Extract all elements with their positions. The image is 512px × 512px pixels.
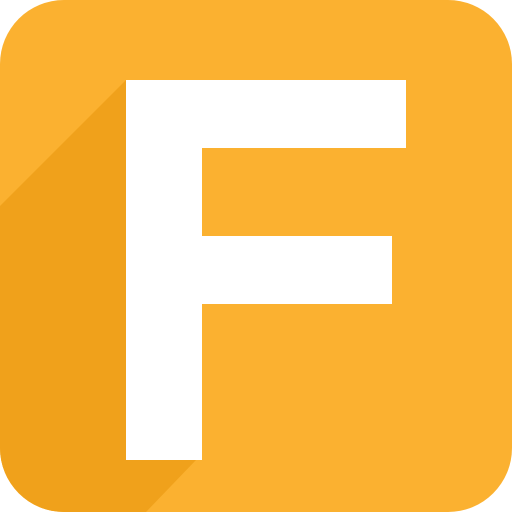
icon-canvas: F [0, 0, 512, 512]
letter-f-app-icon[interactable]: F [0, 0, 512, 512]
